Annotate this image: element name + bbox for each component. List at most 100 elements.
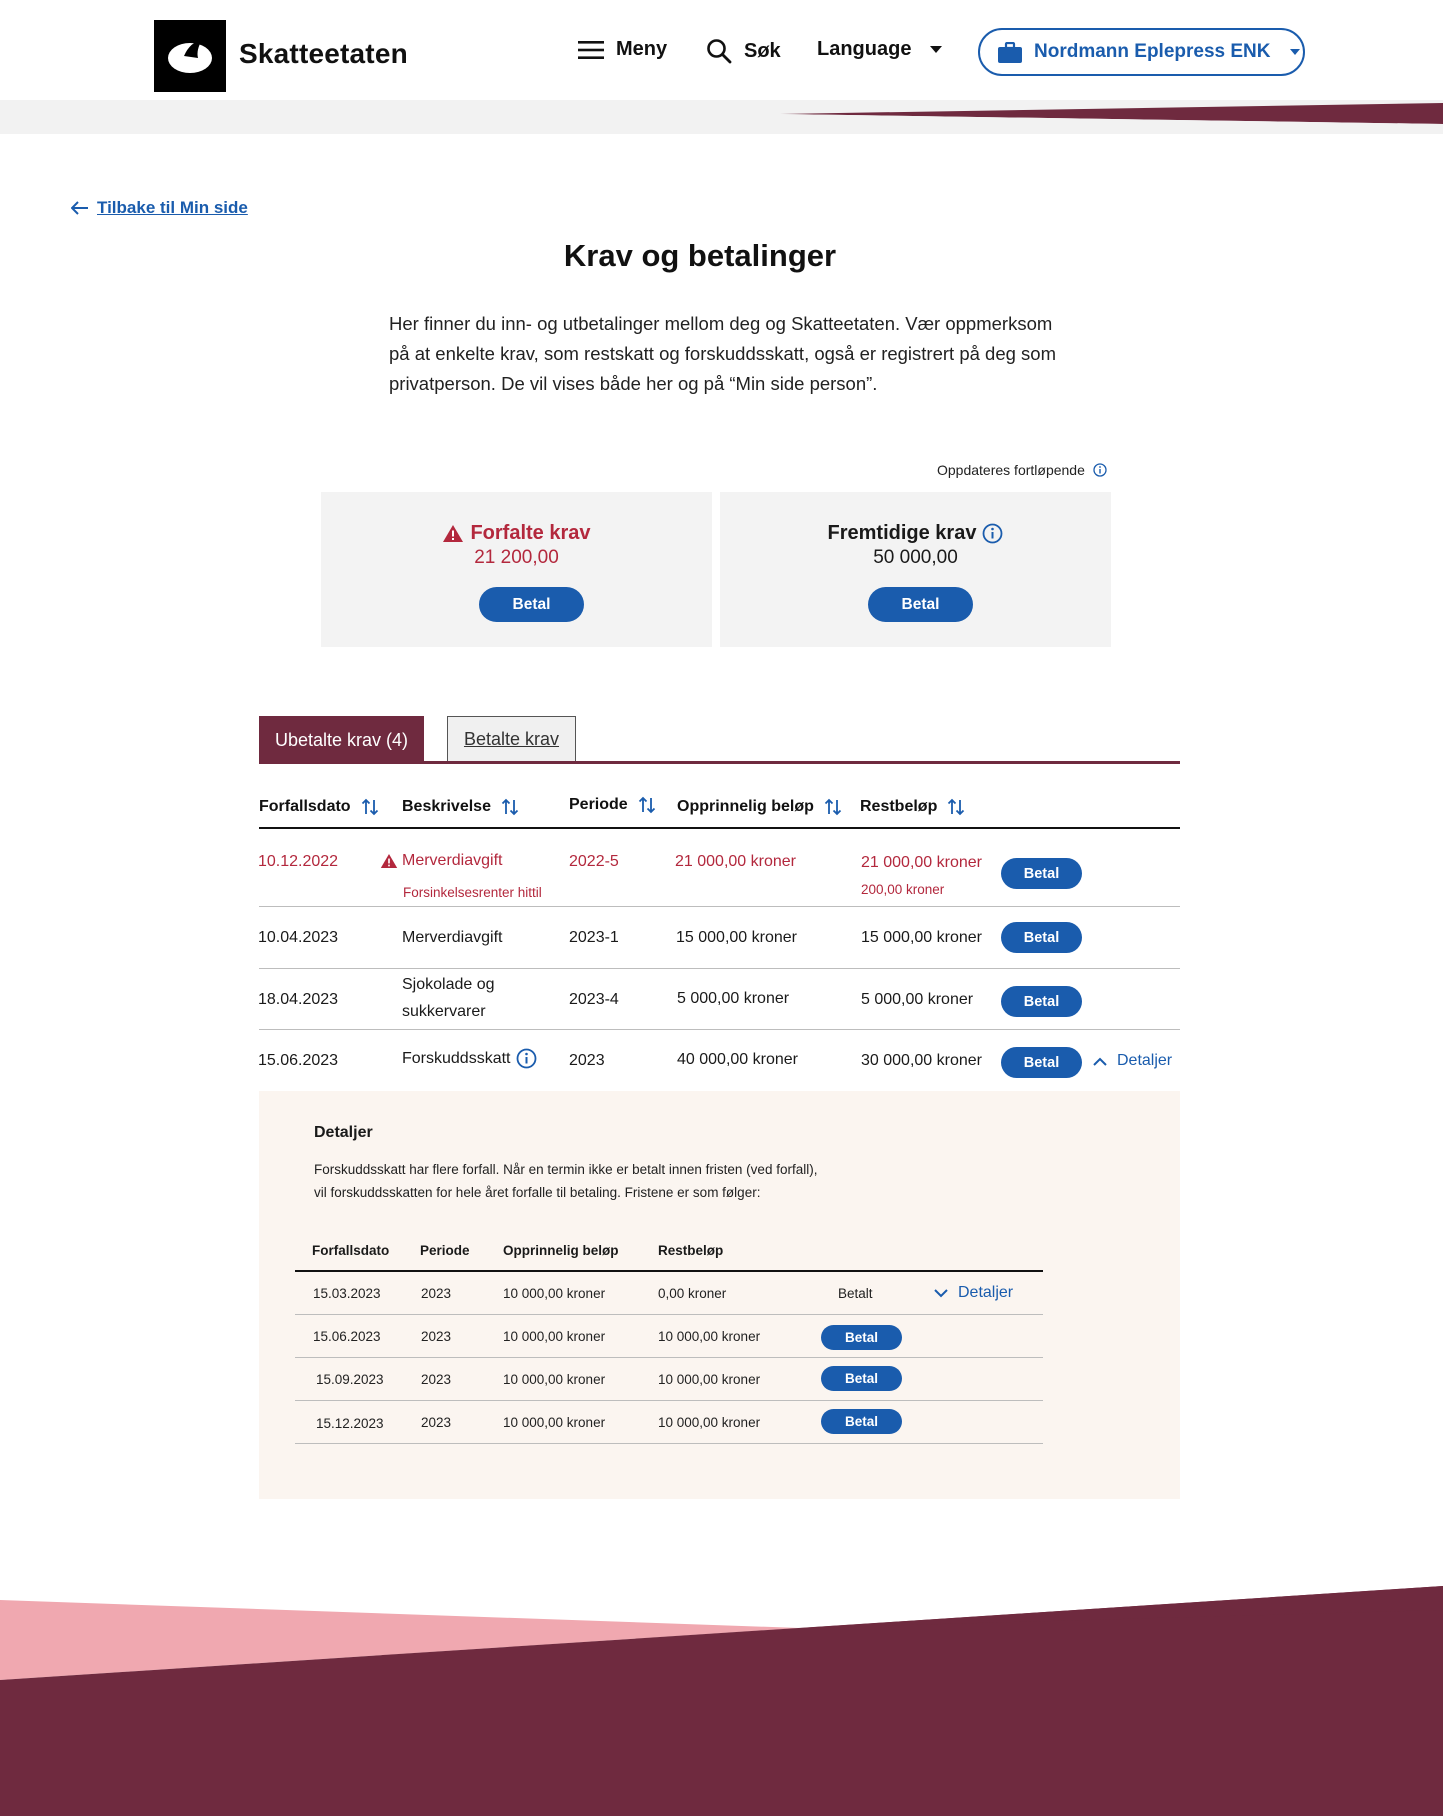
- details-row-divider: [295, 1400, 1043, 1401]
- row-2-original: 15 000,00 kroner: [676, 929, 797, 946]
- logo-icon: [168, 40, 212, 73]
- details-row-3-date: 15.09.2023: [316, 1372, 384, 1387]
- details-row-4-remaining: 10 000,00 kroner: [658, 1415, 761, 1430]
- row-4-original: 40 000,00 kroner: [677, 1051, 798, 1068]
- arrow-left-icon: [71, 201, 88, 215]
- details-header-due-date: Forfallsdato: [312, 1243, 390, 1258]
- row-2-date: 10.04.2023: [258, 929, 339, 946]
- details-row-divider: [295, 1314, 1043, 1315]
- row-1-sub-description: Forsinkelsesrenter hittil: [403, 885, 542, 900]
- details-row-1-original: 10 000,00 kroner: [503, 1286, 606, 1301]
- warning-icon: [380, 854, 398, 868]
- chevron-down-icon: [934, 1288, 948, 1297]
- warning-icon: [443, 525, 464, 542]
- details-header-period: Periode: [420, 1243, 470, 1258]
- details-row-2-original: 10 000,00 kroner: [503, 1329, 606, 1344]
- row-4-date: 15.06.2023: [258, 1052, 339, 1069]
- tab-paid[interactable]: Betalte krav: [447, 716, 576, 762]
- overdue-card: Forfalte krav 21 200,00 Betal: [321, 492, 712, 647]
- details-row-3-original: 10 000,00 kroner: [503, 1372, 606, 1387]
- row-2-remaining: 15 000,00 kroner: [861, 929, 982, 946]
- row-1-original: 21 000,00 kroner: [675, 853, 796, 870]
- details-header-remaining: Restbeløp: [658, 1243, 724, 1258]
- row-divider: [259, 968, 1180, 969]
- row-4-period: 2023: [569, 1052, 605, 1069]
- page-title: Krav og betalinger: [563, 238, 837, 273]
- info-icon[interactable]: [982, 523, 1003, 544]
- chevron-down-icon: [930, 46, 943, 53]
- info-icon[interactable]: [1093, 463, 1107, 477]
- details-text: Forskuddsskatt har flere forfall. Når en…: [314, 1162, 818, 1200]
- row-divider: [259, 906, 1180, 907]
- details-row-3-remaining: 10 000,00 kroner: [658, 1372, 761, 1387]
- details-row-1-remaining: 0,00 kroner: [658, 1286, 727, 1301]
- row-divider: [259, 1029, 1180, 1030]
- search-icon: [707, 39, 732, 64]
- sort-icon: [361, 798, 378, 816]
- details-header-divider: [295, 1270, 1043, 1272]
- row-3-description-line2: sukkervarer: [402, 1003, 486, 1020]
- sort-icon: [948, 798, 965, 816]
- overdue-amount: 21 200,00: [474, 547, 559, 568]
- details-title: Detaljer: [314, 1124, 373, 1141]
- row-4-pay-button[interactable]: Betal: [1001, 1047, 1082, 1078]
- details-row-4-pay-button[interactable]: Betal: [821, 1409, 902, 1434]
- menu-label: Meny: [616, 38, 668, 60]
- details-row-3-period: 2023: [421, 1372, 452, 1387]
- column-header-original-amount[interactable]: Opprinnelig beløp: [677, 798, 842, 816]
- logo-mark[interactable]: [154, 20, 226, 92]
- column-header-description[interactable]: Beskrivelse: [402, 798, 519, 816]
- pay-overdue-button[interactable]: Betal: [479, 587, 584, 622]
- row-2-period: 2023-1: [569, 929, 619, 946]
- search-button[interactable]: Søk: [706, 38, 781, 64]
- row-1-date: 10.12.2022: [258, 853, 339, 870]
- details-row-4-date: 15.12.2023: [316, 1416, 384, 1431]
- row-2-description: Merverdiavgift: [402, 929, 503, 946]
- menu-icon: [578, 40, 604, 59]
- column-header-due-date[interactable]: Forfallsdato: [259, 798, 379, 816]
- row-1-sub-remaining: 200,00 kroner: [861, 882, 945, 897]
- chevron-down-icon: [1289, 49, 1300, 55]
- details-row-1-details-toggle[interactable]: Detaljer: [934, 1284, 1013, 1302]
- organization-name: Nordmann Eplepress ENK: [1034, 41, 1271, 62]
- intro-text: Her finner du inn- og utbetalinger mello…: [389, 313, 1056, 394]
- column-header-period[interactable]: Periode: [569, 796, 656, 814]
- update-notice-label: Oppdateres fortløpende: [937, 462, 1085, 478]
- row-2-pay-button[interactable]: Betal: [1001, 922, 1082, 953]
- details-row-divider: [295, 1443, 1043, 1444]
- language-dropdown[interactable]: Language: [817, 38, 943, 61]
- organization-selector[interactable]: Nordmann Eplepress ENK: [978, 28, 1305, 76]
- overdue-card-title: Forfalte krav: [321, 522, 712, 545]
- details-row-3-pay-button[interactable]: Betal: [821, 1366, 902, 1391]
- row-4-details-toggle[interactable]: Detaljer: [1093, 1052, 1172, 1070]
- sort-icon: [824, 798, 842, 816]
- briefcase-icon: [998, 41, 1022, 63]
- row-3-period: 2023-4: [569, 991, 619, 1008]
- row-3-pay-button[interactable]: Betal: [1001, 986, 1082, 1017]
- logo-text[interactable]: Skatteetaten: [239, 38, 408, 70]
- row-3-date: 18.04.2023: [258, 991, 339, 1008]
- header-decoration: [0, 100, 1443, 134]
- column-header-remaining-amount[interactable]: Restbeløp: [860, 798, 965, 816]
- pay-future-button[interactable]: Betal: [868, 587, 973, 622]
- update-notice: Oppdateres fortløpende: [937, 462, 1107, 478]
- row-1-pay-button[interactable]: Betal: [1001, 858, 1082, 889]
- details-header-original: Opprinnelig beløp: [503, 1243, 619, 1258]
- details-row-2-remaining: 10 000,00 kroner: [658, 1329, 761, 1344]
- info-icon[interactable]: [516, 1048, 537, 1069]
- details-row-2-date: 15.06.2023: [313, 1329, 381, 1344]
- details-row-2-pay-button[interactable]: Betal: [821, 1325, 902, 1350]
- table-header-divider: [259, 827, 1180, 829]
- row-4-remaining: 30 000,00 kroner: [861, 1052, 982, 1069]
- footer-decoration: [0, 1586, 1443, 1816]
- back-link[interactable]: Tilbake til Min side: [71, 198, 248, 218]
- tab-divider: [259, 761, 1180, 764]
- language-label: Language: [817, 38, 912, 60]
- tab-unpaid[interactable]: Ubetalte krav (4): [259, 716, 424, 764]
- details-row-4-period: 2023: [421, 1415, 452, 1430]
- menu-button[interactable]: Meny: [578, 38, 667, 61]
- overdue-title-label: Forfalte krav: [470, 522, 591, 544]
- chevron-up-icon: [1093, 1057, 1107, 1066]
- details-row-1-date: 15.03.2023: [313, 1286, 381, 1301]
- future-amount: 50 000,00: [873, 547, 958, 568]
